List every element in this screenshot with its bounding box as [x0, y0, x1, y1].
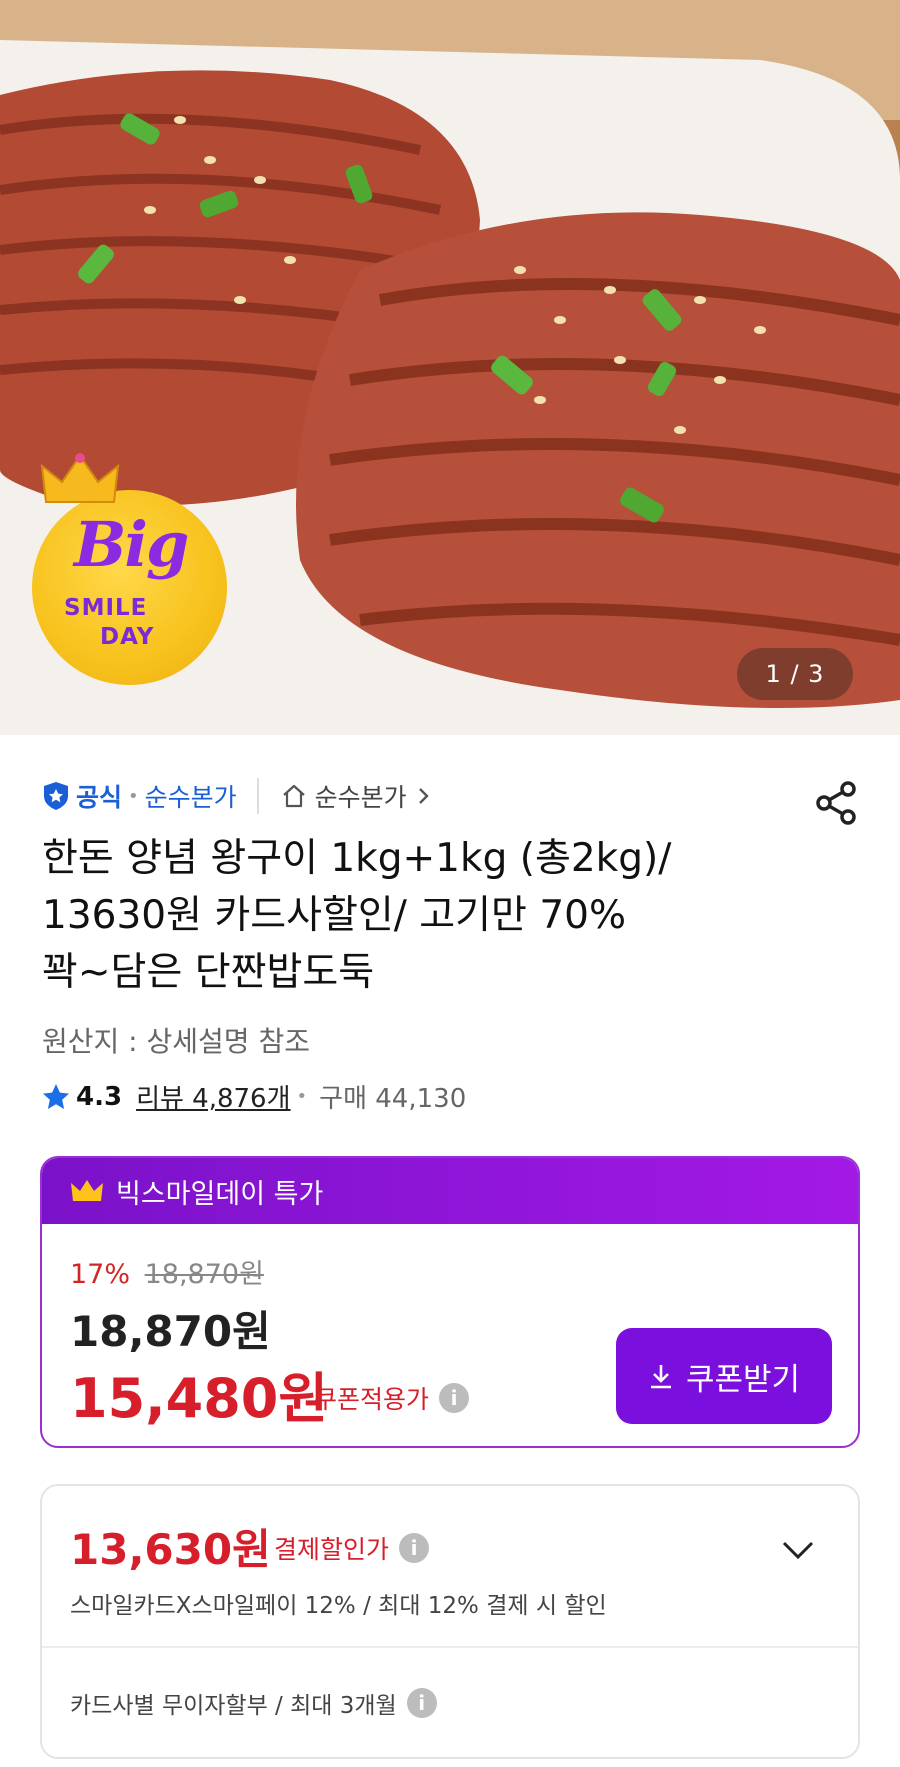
- sale-price: 18,870원: [70, 1307, 271, 1356]
- installment-info: 카드사별 무이자할부 / 최대 3개월 i: [70, 1686, 437, 1720]
- discount-percent: 17%: [70, 1259, 131, 1290]
- payment-label-text: 결제할인가: [274, 1535, 390, 1564]
- reviews-link[interactable]: 리뷰 4,876개: [136, 1078, 290, 1115]
- badge-smile-text: SMILE: [64, 595, 148, 621]
- rating-value: 4.3: [76, 1081, 123, 1112]
- store-link-label: 순수본가: [314, 783, 407, 812]
- get-coupon-button[interactable]: 쿠폰받기: [616, 1328, 832, 1424]
- coupon-price-label: 쿠폰적용가 i: [314, 1380, 470, 1416]
- seller-name[interactable]: 순수본가: [145, 778, 237, 814]
- crown-icon: [40, 453, 120, 503]
- share-icon[interactable]: [814, 780, 860, 826]
- divider: [256, 778, 259, 814]
- official-label: 공식: [76, 783, 123, 812]
- origin-info: 원산지 : 상세설명 참조: [42, 1025, 310, 1058]
- coupon-price: 15,480원: [70, 1367, 329, 1430]
- badge-big-text: Big: [74, 508, 189, 581]
- badge-day-text: DAY: [100, 624, 155, 650]
- big-smile-day-badge: Big SMILE DAY: [32, 453, 227, 685]
- image-counter: 1 / 3: [737, 648, 853, 700]
- product-title: 한돈 양념 왕구이 1kg+1kg (총2kg)/ 13630원 카드사할인/ …: [42, 830, 842, 1001]
- chevron-right-icon: [418, 788, 429, 804]
- official-badge: 공식: [42, 778, 122, 814]
- chevron-down-icon[interactable]: [780, 1538, 816, 1562]
- promo-header: 빅스마일데이 특가: [42, 1158, 858, 1224]
- installment-text: 카드사별 무이자할부 / 최대 3개월: [70, 1693, 397, 1719]
- product-title-line: 13630원 카드사할인/ 고기만 70%: [42, 893, 626, 938]
- coupon-label-text: 쿠폰적용가: [314, 1385, 430, 1414]
- payment-discount-box: 13,630원 결제할인가 i 스마일카드X스마일페이 12% / 최대 12%…: [40, 1484, 860, 1759]
- star-icon: [43, 1083, 69, 1109]
- separator-dot: •: [128, 785, 139, 807]
- product-title-line: 꽉~담은 단짠밥도둑: [42, 950, 375, 995]
- rating-row: 4.3 리뷰 4,876개 • 구매 44,130: [42, 1078, 466, 1115]
- download-icon: [650, 1365, 671, 1389]
- home-icon: [282, 784, 305, 808]
- payment-discount-label: 결제할인가 i: [274, 1530, 430, 1566]
- promo-price-box: 빅스마일데이 특가 17% 18,870원 18,870원 15,480원 쿠폰…: [40, 1156, 860, 1448]
- promo-header-label: 빅스마일데이 특가: [116, 1178, 324, 1210]
- separator-dot: •: [296, 1086, 308, 1107]
- store-home-link[interactable]: 순수본가: [281, 778, 441, 814]
- divider: [42, 1646, 858, 1648]
- shield-check-icon: [44, 782, 68, 810]
- coupon-button-label: 쿠폰받기: [685, 1361, 801, 1398]
- info-icon[interactable]: i: [406, 1688, 437, 1718]
- product-title-line: 한돈 양념 왕구이 1kg+1kg (총2kg)/: [42, 836, 672, 881]
- purchase-count: 구매 44,130: [319, 1084, 467, 1114]
- crown-icon: [71, 1180, 103, 1201]
- payment-discount-price: 13,630원: [70, 1525, 271, 1574]
- info-icon[interactable]: i: [399, 1533, 430, 1563]
- product-image-carousel[interactable]: Big SMILE DAY 1 / 3: [0, 0, 900, 735]
- payment-description: 스마일카드X스마일페이 12% / 최대 12% 결제 시 할인: [70, 1593, 607, 1619]
- discount-row: 17% 18,870원: [70, 1252, 264, 1291]
- original-price: 18,870원: [144, 1259, 264, 1290]
- info-icon[interactable]: i: [439, 1383, 470, 1413]
- seller-row: 공식 • 순수본가 순수본가: [42, 778, 441, 814]
